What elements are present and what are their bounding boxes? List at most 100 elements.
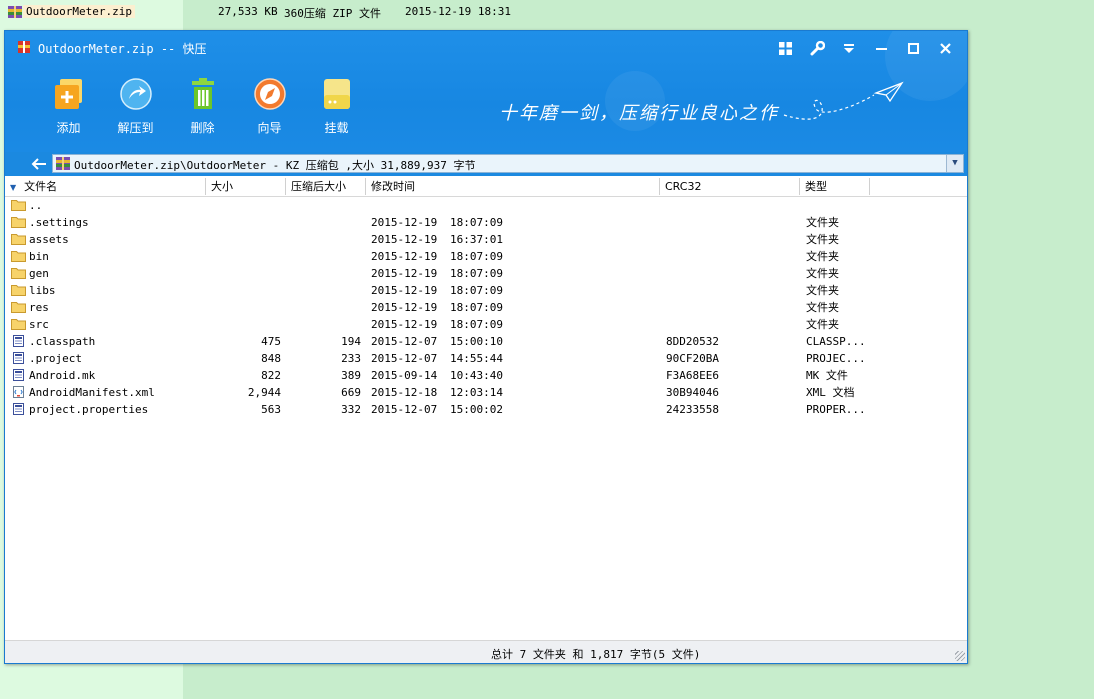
folder-icon	[11, 234, 26, 245]
folder-icon	[11, 217, 26, 228]
folder-row[interactable]: libs 2015-12-19 18:07:09 文件夹	[5, 282, 967, 299]
close-icon[interactable]	[929, 39, 961, 57]
column-type-header[interactable]: 类型	[800, 178, 870, 195]
folder-row[interactable]: gen 2015-12-19 18:07:09 文件夹	[5, 265, 967, 282]
file-time: 18:07:09	[450, 216, 503, 229]
archive-icon	[56, 157, 70, 170]
window-title: OutdoorMeter.zip -- 快压	[38, 42, 207, 56]
file-time: 16:37:01	[450, 233, 503, 246]
file-type: 文件夹	[806, 233, 839, 246]
file-name: AndroidManifest.xml	[29, 386, 155, 399]
file-icon	[13, 369, 24, 381]
file-name: .classpath	[29, 335, 96, 348]
column-name-header[interactable]: ▼ 文件名	[5, 178, 206, 195]
file-type: 文件夹	[806, 284, 839, 297]
file-name: gen	[29, 267, 49, 280]
path-bar: OutdoorMeter.zip\OutdoorMeter - KZ 压缩包 ,…	[5, 152, 967, 176]
file-date: 2015-12-19	[371, 250, 438, 263]
column-modified-label: 修改时间	[371, 180, 415, 193]
maximize-icon[interactable]	[897, 39, 929, 57]
file-name: assets	[29, 233, 69, 246]
window-controls	[769, 39, 961, 57]
menu-down-icon[interactable]	[833, 39, 865, 57]
file-time: 10:43:40	[450, 369, 503, 382]
column-size-header[interactable]: 大小	[206, 178, 286, 195]
column-modified-header[interactable]: 修改时间	[366, 178, 660, 195]
column-compressed-header[interactable]: 压缩后大小	[286, 178, 366, 195]
file-type: 文件夹	[806, 267, 839, 280]
file-size: 2,944	[247, 386, 281, 399]
trash-icon	[191, 78, 214, 109]
column-crc-label: CRC32	[665, 180, 702, 193]
wizard-button[interactable]: 向导	[236, 77, 303, 136]
file-type: CLASSP...	[806, 335, 866, 348]
path-field[interactable]: OutdoorMeter.zip\OutdoorMeter - KZ 压缩包 ,…	[52, 154, 964, 173]
wrench-icon[interactable]	[801, 39, 833, 57]
file-compressed-size: 332	[341, 403, 361, 416]
file-row[interactable]: .classpath 475 194 2015-12-07 15:00:10 8DD205…	[5, 333, 967, 350]
sort-down-icon: ▼	[10, 183, 17, 192]
file-icon	[13, 352, 24, 364]
file-size: 563	[261, 403, 281, 416]
zip-file-icon	[8, 6, 22, 18]
folder-row[interactable]: assets 2015-12-19 16:37:01 文件夹	[5, 231, 967, 248]
file-row[interactable]: AndroidManifest.xml 2,944 669 2015-12-18 12:…	[5, 384, 967, 401]
column-compressed-label: 压缩后大小	[291, 180, 346, 193]
resize-grip-icon[interactable]	[955, 651, 965, 661]
mount-button[interactable]: 挂载	[303, 77, 370, 136]
file-type: 文件夹	[806, 250, 839, 263]
column-crc-header[interactable]: CRC32	[660, 178, 800, 195]
file-crc: 24233558	[666, 403, 719, 416]
explorer-file-type: 360压缩 ZIP 文件	[284, 7, 381, 20]
file-crc: F3A68EE6	[666, 369, 719, 382]
column-type-label: 类型	[805, 180, 827, 193]
file-row[interactable]: .project 848 233 2015-12-07 14:55:44 90CF20BA…	[5, 350, 967, 367]
compass-icon	[253, 78, 286, 110]
folder-row[interactable]: src 2015-12-19 18:07:09 文件夹	[5, 316, 967, 333]
back-arrow-icon[interactable]	[29, 154, 49, 174]
add-button[interactable]: 添加	[35, 77, 102, 136]
file-date: 2015-12-18	[371, 386, 438, 399]
file-crc: 30B94046	[666, 386, 719, 399]
column-name-label: 文件名	[24, 180, 58, 193]
minimize-icon[interactable]	[865, 39, 897, 57]
file-time: 18:07:09	[450, 267, 503, 280]
delete-button[interactable]: 删除	[169, 77, 236, 136]
file-date: 2015-09-14	[371, 369, 438, 382]
file-date: 2015-12-19	[371, 216, 438, 229]
file-name: Android.mk	[29, 369, 96, 382]
file-time: 14:55:44	[450, 352, 503, 365]
file-time: 18:07:09	[450, 318, 503, 331]
file-crc: 8DD20532	[666, 335, 719, 348]
file-type: 文件夹	[806, 216, 839, 229]
file-crc: 90CF20BA	[666, 352, 719, 365]
file-type: PROPER...	[806, 403, 866, 416]
header-band: OutdoorMeter.zip -- 快压 添加 解压到 删除 向导 挂载 十…	[5, 31, 967, 152]
explorer-file-date: 2015-12-19 18:31	[405, 5, 511, 18]
add-icon	[54, 79, 82, 109]
extract-button[interactable]: 解压到	[102, 77, 169, 136]
grid-icon[interactable]	[769, 39, 801, 57]
folder-row[interactable]: .settings 2015-12-19 18:07:09 文件夹	[5, 214, 967, 231]
file-name: .project	[29, 352, 82, 365]
folder-row[interactable]: res 2015-12-19 18:07:09 文件夹	[5, 299, 967, 316]
file-row[interactable]: Android.mk 822 389 2015-09-14 10:43:40 F3A68E…	[5, 367, 967, 384]
folder-icon	[11, 251, 26, 262]
file-row[interactable]: project.properties 563 332 2015-12-07 15:00:…	[5, 401, 967, 418]
file-compressed-size: 233	[341, 352, 361, 365]
path-dropdown-icon[interactable]: ▼	[946, 155, 963, 172]
folder-row[interactable]: ..	[5, 197, 967, 214]
file-time: 12:03:14	[450, 386, 503, 399]
explorer-file-row[interactable]: OutdoorMeter.zip 27,533 KB 360压缩 ZIP 文件 …	[0, 0, 1094, 22]
path-text: OutdoorMeter.zip\OutdoorMeter - KZ 压缩包 ,…	[74, 159, 476, 172]
file-time: 18:07:09	[450, 284, 503, 297]
wizard-label: 向导	[257, 121, 282, 135]
file-type: 文件夹	[806, 318, 839, 331]
status-text: 总计 7 文件夹 和 1,817 字节(5 文件)	[491, 648, 701, 661]
file-icon	[13, 403, 24, 415]
folder-row[interactable]: bin 2015-12-19 18:07:09 文件夹	[5, 248, 967, 265]
paper-plane-icon	[783, 81, 904, 120]
explorer-file-name[interactable]: OutdoorMeter.zip	[23, 5, 135, 18]
file-size: 475	[261, 335, 281, 348]
file-type: PROJEC...	[806, 352, 866, 365]
